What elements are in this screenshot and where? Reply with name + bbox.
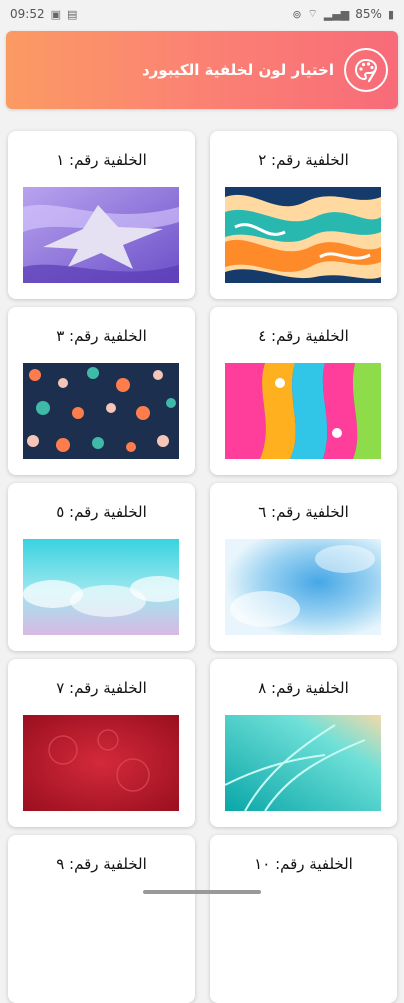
status-right: ⊚ ⌔ ▂▄▆ 85% ▮ bbox=[292, 7, 394, 21]
battery-level: 85% bbox=[355, 7, 382, 21]
wallpaper-card-3[interactable]: الخلفية رقم: ٣ bbox=[8, 307, 195, 475]
hotspot-icon: ⊚ bbox=[292, 7, 302, 21]
wallpaper-label: الخلفية رقم: ٤ bbox=[258, 327, 349, 345]
wallpaper-label: الخلفية رقم: ١٠ bbox=[254, 855, 353, 873]
wallpaper-label: الخلفية رقم: ٦ bbox=[258, 503, 349, 521]
wallpaper-card-8[interactable]: الخلفية رقم: ٨ bbox=[210, 659, 397, 827]
wallpaper-card-9[interactable]: الخلفية رقم: ٩ bbox=[8, 835, 195, 1003]
wallpaper-card-10[interactable]: الخلفية رقم: ١٠ bbox=[210, 835, 397, 1003]
wallpaper-label: الخلفية رقم: ٧ bbox=[56, 679, 147, 697]
home-indicator[interactable] bbox=[143, 890, 261, 894]
wallpaper-thumbnail bbox=[225, 187, 381, 283]
status-bar: 09:52 ▣ ▤ ⊚ ⌔ ▂▄▆ 85% ▮ bbox=[0, 0, 404, 28]
page-title: اختيار لون لخلفية الكيبورد bbox=[141, 61, 334, 79]
status-time: 09:52 bbox=[10, 7, 45, 21]
wallpaper-card-5[interactable]: الخلفية رقم: ٥ bbox=[8, 483, 195, 651]
header-banner: اختيار لون لخلفية الكيبورد bbox=[6, 31, 398, 109]
wallpaper-thumbnail bbox=[23, 715, 179, 811]
wallpaper-thumbnail bbox=[225, 363, 381, 459]
wallpaper-label: الخلفية رقم: ٢ bbox=[258, 151, 349, 169]
wallpaper-label: الخلفية رقم: ٥ bbox=[56, 503, 147, 521]
wallpaper-thumbnail bbox=[225, 715, 381, 811]
wallpaper-card-2[interactable]: الخلفية رقم: ٢ bbox=[210, 131, 397, 299]
battery-icon: ▮ bbox=[387, 7, 394, 21]
wallpaper-thumbnail bbox=[23, 187, 179, 283]
wallpaper-card-6[interactable]: الخلفية رقم: ٦ bbox=[210, 483, 397, 651]
wallpaper-label: الخلفية رقم: ٩ bbox=[56, 855, 147, 873]
status-left: 09:52 ▣ ▤ bbox=[10, 7, 77, 21]
wallpaper-card-1[interactable]: الخلفية رقم: ١ bbox=[8, 131, 195, 299]
wallpaper-thumbnail bbox=[23, 363, 179, 459]
wallpaper-card-4[interactable]: الخلفية رقم: ٤ bbox=[210, 307, 397, 475]
signal-icon: ▂▄▆ bbox=[323, 7, 350, 21]
wallpaper-card-7[interactable]: الخلفية رقم: ٧ bbox=[8, 659, 195, 827]
gallery-notification-icon: ▣ bbox=[50, 7, 61, 21]
wallpaper-thumbnail bbox=[225, 539, 381, 635]
wallpaper-label: الخلفية رقم: ٣ bbox=[56, 327, 147, 345]
wallpaper-label: الخلفية رقم: ١ bbox=[56, 151, 147, 169]
wallpaper-thumbnail bbox=[23, 539, 179, 635]
app-notification-icon: ▤ bbox=[67, 7, 78, 21]
wallpaper-label: الخلفية رقم: ٨ bbox=[258, 679, 349, 697]
palette-icon bbox=[344, 48, 388, 92]
wifi-icon: ⌔ bbox=[307, 7, 318, 20]
